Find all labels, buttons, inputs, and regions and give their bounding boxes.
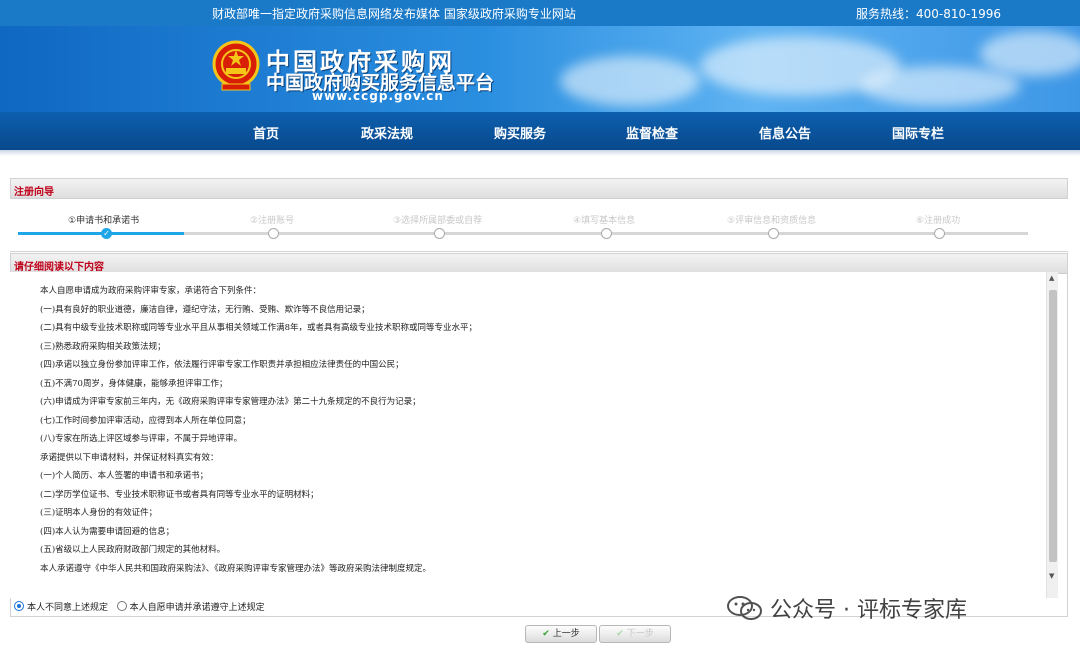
step-label-2: ②注册账号	[250, 216, 295, 226]
nav-supervision[interactable]: 监督检查	[626, 123, 678, 142]
notice-line: (六)申请成为评审专家前三年内，无《政府采购评审专家管理办法》第二十九条规定的不…	[40, 397, 421, 407]
notice-title: 请仔细阅读以下内容	[11, 254, 1067, 274]
step-dot-1-check-icon: ✓	[101, 228, 112, 239]
notice-line: 本人自愿申请成为政府采购评审专家，承诺符合下列条件：	[40, 286, 262, 296]
top-bar: 财政部唯一指定政府采购信息网络发布媒体 国家级政府采购专业网站 服务热线：400…	[0, 0, 1080, 26]
nav-home[interactable]: 首页	[253, 123, 279, 142]
notice-line: 承诺提供以下申请材料，并保证材料真实有效：	[40, 453, 219, 463]
header-banner: 中国政府采购网 中国政府购买服务信息平台 www.ccgp.gov.cn	[0, 26, 1080, 112]
next-step-label: 下一步	[626, 629, 654, 639]
step-label-4: ④填写基本信息	[573, 216, 636, 226]
site-slogan: 财政部唯一指定政府采购信息网络发布媒体 国家级政府采购专业网站	[212, 7, 576, 21]
disagree-option[interactable]: 本人不同意上述规定	[14, 601, 111, 613]
agree-option[interactable]: 本人自愿申请并承诺遵守上述规定	[116, 601, 265, 613]
notice-line: (五)省级以上人民政府财政部门规定的其他材料。	[40, 545, 226, 555]
agree-radio[interactable]	[116, 601, 127, 611]
service-hotline: 服务热线：400-810-1996	[856, 7, 1002, 21]
nav-shadow	[0, 150, 1080, 156]
wechat-icon	[727, 596, 762, 620]
notice-line: (四)承诺以独立身份参加评审工作，依法履行评审专家工作职责并承担相应法律责任的中…	[40, 360, 404, 370]
check-icon: ✔	[542, 629, 550, 639]
prev-step-label: 上一步	[552, 629, 580, 639]
nav-purchase-services[interactable]: 购买服务	[494, 123, 546, 142]
step-label-3: ③选择所属部委或自荐	[393, 216, 483, 226]
notice-line: 本人承诺遵守《中华人民共和国政府采购法》、《政府采购评审专家管理办法》等政府采购…	[40, 564, 432, 574]
step-dot-3	[434, 228, 445, 239]
nav-international[interactable]: 国际专栏	[892, 123, 944, 142]
notice-scrollbar[interactable]: ▲ ▼	[1046, 272, 1058, 598]
notice-content: 本人自愿申请成为政府采购评审专家，承诺符合下列条件： (一)具有良好的职业道德，…	[10, 272, 1058, 598]
scroll-down-icon[interactable]: ▼	[1049, 572, 1054, 580]
notice-line: (三)熟悉政府采购相关政策法规；	[40, 342, 166, 352]
notice-line: (七)工作时间参加评审活动，应得到本人所在单位同意；	[40, 416, 251, 426]
site-url: www.ccgp.gov.cn	[312, 89, 444, 103]
notice-line: (二)具有中级专业技术职称或同等专业水平且从事相关领域工作满8年，或者具有高级专…	[40, 323, 478, 333]
step-label-5: ⑤评审信息和资质信息	[727, 216, 817, 226]
step-dot-5	[768, 228, 779, 239]
notice-line: (三)证明本人身份的有效证件；	[40, 508, 158, 518]
agree-label: 本人自愿申请并承诺遵守上述规定	[129, 603, 265, 613]
nav-announcements[interactable]: 信息公告	[759, 123, 811, 142]
notice-line: (四)本人认为需要申请回避的信息；	[40, 527, 175, 537]
wizard-steps: ①申请书和承诺书 ②注册账号 ③选择所属部委或自荐 ④填写基本信息 ⑤评审信息和…	[10, 199, 1068, 251]
notice-line: (二)学历学位证书、专业技术职称证书或者具有同等专业水平的证明材料；	[40, 490, 319, 500]
step-dot-4	[601, 228, 612, 239]
agreement-options: 本人不同意上述规定 本人自愿申请并承诺遵守上述规定	[14, 600, 265, 613]
step-dot-2	[268, 228, 279, 239]
wechat-watermark: 公众号 · 评标专家库	[726, 592, 967, 624]
next-step-button[interactable]: ✔ 下一步	[599, 625, 671, 643]
step-dot-6	[934, 228, 945, 239]
disagree-label: 本人不同意上述规定	[27, 603, 109, 613]
notice-line: (八)专家在所选上评区域参与评审，不属于异地评审。	[40, 434, 243, 444]
step-label-6: ⑥注册成功	[916, 216, 961, 226]
disagree-radio[interactable]	[14, 601, 24, 611]
check-icon: ✔	[616, 629, 624, 639]
scroll-thumb[interactable]	[1049, 290, 1057, 562]
watermark-text: 公众号 · 评标专家库	[770, 598, 967, 623]
notice-line: (一)个人简历、本人签署的申请书和承诺书；	[40, 471, 209, 481]
step-label-1: ①申请书和承诺书	[68, 216, 140, 226]
scroll-up-icon[interactable]: ▲	[1049, 274, 1054, 282]
notice-line: (五)不满70周岁，身体健康，能够承担评审工作；	[40, 379, 228, 389]
main-nav: 首页 政采法规 购买服务 监督检查 信息公告 国际专栏	[0, 112, 1080, 150]
notice-line: (一)具有良好的职业道德，廉洁自律，遵纪守法，无行贿、受贿、欺诈等不良信用记录；	[40, 305, 370, 315]
prev-step-button[interactable]: ✔ 上一步	[525, 625, 597, 643]
wizard-title: 注册向导	[11, 179, 1067, 199]
nav-regulations[interactable]: 政采法规	[361, 123, 413, 142]
national-emblem-icon	[212, 40, 260, 91]
